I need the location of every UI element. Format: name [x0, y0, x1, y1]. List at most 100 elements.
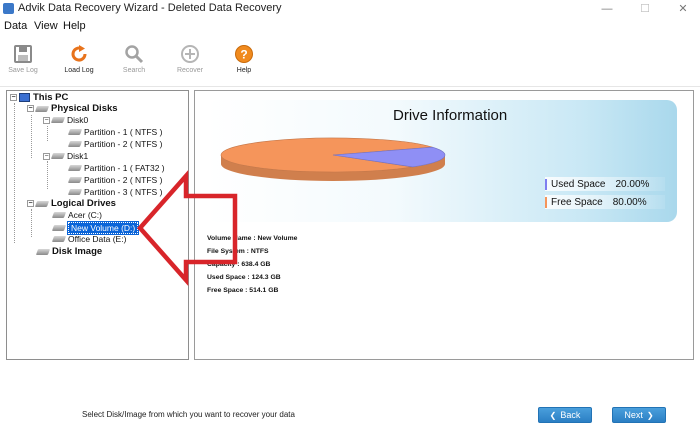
- tree-node-drive[interactable]: Office Data (E:): [51, 234, 127, 244]
- tree-node-label: Partition - 1 ( FAT32 ): [84, 163, 165, 173]
- hard-drive-icon: [34, 105, 50, 112]
- hard-drive-icon: [50, 153, 66, 159]
- chevron-left-icon: ❮: [549, 410, 557, 420]
- tree-connector: [31, 115, 32, 158]
- drive-icon: [51, 236, 67, 242]
- collapse-toggle[interactable]: −: [10, 94, 17, 101]
- floppy-disk-icon: [14, 45, 32, 63]
- tree-node-label: This PC: [33, 92, 69, 103]
- drive-icon: [51, 225, 67, 231]
- tree-node-this-pc[interactable]: − This PC: [10, 92, 68, 103]
- drive-info-card: Drive Information Used Space 20.00% Free…: [207, 100, 677, 222]
- collapse-toggle[interactable]: −: [43, 116, 50, 124]
- menu-data[interactable]: Data: [4, 20, 27, 32]
- title-bar: Advik Data Recovery Wizard - Deleted Dat…: [0, 0, 700, 18]
- tree-node-partition[interactable]: Partition - 2 ( NTFS ): [67, 139, 163, 149]
- plus-circle-icon: [181, 45, 199, 63]
- next-label: Next: [624, 410, 643, 420]
- refresh-icon: [71, 45, 87, 62]
- chevron-right-icon: ❯: [646, 410, 654, 420]
- tree-node-label: Logical Drives: [51, 198, 116, 209]
- tree-node-label: Partition - 1 ( NTFS ): [84, 127, 163, 137]
- tree-node-label: Physical Disks: [51, 103, 118, 114]
- tree-node-logical-drives[interactable]: − Logical Drives: [27, 198, 116, 209]
- tree-node-label: Acer (C:): [68, 210, 102, 220]
- partition-icon: [67, 177, 83, 183]
- recover-button[interactable]: Recover: [167, 40, 213, 84]
- detail-volume-name: Volume Name : New Volume: [207, 235, 298, 242]
- legend-label: Used Space: [551, 178, 606, 190]
- tree-node-label: New Volume (D:): [66, 221, 140, 235]
- save-log-label: Save Log: [8, 67, 38, 74]
- tree-node-partition[interactable]: Partition - 1 ( NTFS ): [67, 127, 163, 137]
- tree-connector: [47, 126, 48, 141]
- tree-node-disk0[interactable]: − Disk0: [43, 115, 88, 125]
- back-button[interactable]: ❮ Back: [538, 407, 592, 423]
- menu-bar: Data View Help: [0, 19, 700, 35]
- tree-node-drive-selected[interactable]: New Volume (D:): [51, 221, 140, 235]
- tree-node-label: Partition - 2 ( NTFS ): [84, 139, 163, 149]
- partition-icon: [67, 129, 83, 135]
- partition-icon: [67, 165, 83, 171]
- menu-help[interactable]: Help: [63, 20, 86, 32]
- window-title: Advik Data Recovery Wizard - Deleted Dat…: [18, 2, 282, 14]
- help-button[interactable]: ? Help: [221, 40, 267, 84]
- tree-node-disk-image[interactable]: Disk Image: [35, 246, 103, 257]
- svg-text:?: ?: [240, 48, 247, 62]
- drive-info-panel: Drive Information Used Space 20.00% Free…: [194, 90, 694, 360]
- tree-node-label: Disk0: [67, 115, 89, 125]
- close-button[interactable]: ✕: [668, 1, 698, 17]
- hard-drive-icon: [50, 117, 66, 123]
- tree-node-partition[interactable]: Partition - 3 ( NTFS ): [67, 187, 163, 197]
- legend-used-space: Used Space 20.00%: [545, 177, 665, 191]
- minimize-button[interactable]: —: [592, 1, 622, 17]
- search-label: Search: [122, 67, 146, 74]
- back-label: Back: [560, 410, 581, 420]
- tree-node-label: Disk1: [67, 151, 89, 161]
- tree-node-label: Partition - 3 ( NTFS ): [84, 187, 163, 197]
- legend-label: Free Space: [551, 196, 603, 208]
- tree-node-partition[interactable]: Partition - 2 ( NTFS ): [67, 175, 163, 185]
- tree-node-label: Partition - 2 ( NTFS ): [84, 175, 163, 185]
- app-icon: [3, 3, 14, 14]
- detail-file-system: File System : NTFS: [207, 248, 269, 255]
- tree-node-label: Office Data (E:): [68, 234, 127, 244]
- tree-node-partition[interactable]: Partition - 1 ( FAT32 ): [67, 163, 165, 173]
- legend-swatch-free: [545, 196, 547, 208]
- tree-connector: [31, 209, 32, 237]
- toolbar-divider: [0, 86, 700, 87]
- legend-value: 20.00%: [615, 178, 650, 190]
- help-icon: ?: [235, 45, 253, 63]
- detail-used-space: Used Space : 124.3 GB: [207, 274, 281, 281]
- load-log-button[interactable]: Load Log: [56, 40, 102, 84]
- drive-tree-panel[interactable]: − This PC − Physical Disks − Disk0 Parti…: [6, 90, 189, 360]
- collapse-toggle[interactable]: −: [27, 200, 34, 207]
- legend-value: 80.00%: [612, 196, 647, 208]
- tree-node-physical-disks[interactable]: − Physical Disks: [27, 103, 118, 114]
- maximize-button[interactable]: ☐: [630, 1, 660, 17]
- tree-connector: [14, 103, 15, 243]
- drive-icon: [51, 212, 67, 218]
- instruction-text: Select Disk/Image from which you want to…: [82, 410, 295, 419]
- disk-image-icon: [35, 248, 51, 255]
- hard-drive-icon: [34, 200, 50, 207]
- legend-swatch-used: [545, 178, 547, 190]
- collapse-toggle[interactable]: −: [27, 105, 34, 112]
- search-button[interactable]: Search: [111, 40, 157, 84]
- toolbar: Save Log Load Log Search Recover ? Help: [0, 38, 700, 86]
- collapse-toggle[interactable]: −: [43, 152, 50, 160]
- tree-node-disk1[interactable]: − Disk1: [43, 151, 88, 161]
- detail-capacity: Capacity : 638.4 GB: [207, 261, 271, 268]
- tree-node-drive[interactable]: Acer (C:): [51, 210, 102, 220]
- save-log-button[interactable]: Save Log: [0, 40, 46, 84]
- drive-details: Volume Name : New Volume File System : N…: [207, 232, 297, 297]
- next-button[interactable]: Next ❯: [612, 407, 666, 423]
- help-label: Help: [236, 67, 252, 74]
- menu-view[interactable]: View: [34, 20, 58, 32]
- partition-icon: [67, 189, 83, 195]
- detail-free-space: Free Space : 514.1 GB: [207, 287, 279, 294]
- load-log-label: Load Log: [64, 67, 94, 74]
- tree-node-label: Disk Image: [52, 246, 103, 257]
- recover-label: Recover: [176, 67, 204, 74]
- computer-icon: [19, 93, 30, 102]
